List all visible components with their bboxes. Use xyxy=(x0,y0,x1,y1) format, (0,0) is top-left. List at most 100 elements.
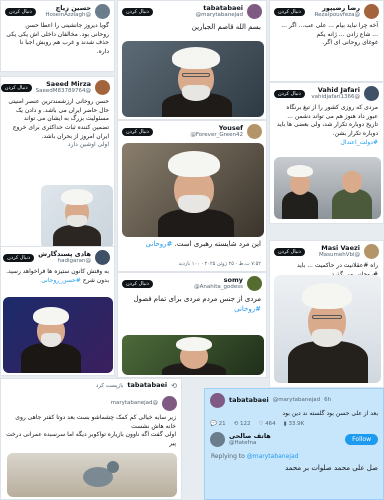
tweet-text-2: اولی گفت اگه ناوون بازیاره تواکوبر دیگه … xyxy=(6,431,176,448)
display-name[interactable]: Saeed Mirza xyxy=(36,80,91,88)
tweet-meta: ۷:۵۲ ب.ظ · ۲۵ ژوئن ۲۰۲۵ · ۱۰۰ بازدید xyxy=(178,261,261,267)
tweet-repost[interactable]: ⟲ tabatabaei بازپست کرد @marytabanejad ز… xyxy=(0,378,182,500)
reply-handle[interactable]: @Hatefna xyxy=(229,440,341,446)
hashtag-link[interactable]: #حسن_روحانی xyxy=(41,277,81,284)
follow-button[interactable]: دنبال کردن xyxy=(5,7,36,16)
tweet-yousef[interactable]: دنبال کردن Yousef @Forever_Green42 این م… xyxy=(117,120,267,272)
tweet-tabatabaei-top[interactable]: دنبال کردن tabatabaei @marytabanejad بسم… xyxy=(117,0,267,120)
tweet-stats: 💬 21 ⟲ 122 ♡ 464 ▮ 33.9K xyxy=(205,419,383,429)
display-name[interactable]: Vahid Jafari xyxy=(309,86,360,94)
tweet-reza[interactable]: رضا رضیپور @Rezalpouvfeza دنبال کردن آخه… xyxy=(269,0,384,82)
replying-to-prefix: Replying to xyxy=(211,452,245,460)
follow-button[interactable]: دنبال کردن xyxy=(3,253,35,262)
heart-icon: ♡ xyxy=(258,420,264,427)
avatar[interactable] xyxy=(364,4,379,19)
tweet-text: مردی از جنس مردم مردی برای تمام فصول xyxy=(133,295,261,303)
avatar[interactable] xyxy=(162,396,177,411)
display-name[interactable]: رضا رضیپور xyxy=(309,4,360,12)
tweet-tabatabaei-reply[interactable]: tabatabaei @marytabanejad 6h بعد از علی … xyxy=(204,388,384,500)
tweet-photo[interactable] xyxy=(7,453,177,497)
tweet-tags: #دولت_اعتدال xyxy=(270,139,383,148)
follow-button[interactable]: دنبال کردن xyxy=(122,7,153,16)
tweet-text: بعد از علی حسن بود گلسته ند دین بود xyxy=(282,410,378,417)
tweet-time: 6h xyxy=(324,397,332,404)
follow-button[interactable]: دنبال کردن xyxy=(274,247,305,256)
reply-count: 21 xyxy=(218,420,226,427)
handle[interactable]: @vahidjafari1366 xyxy=(309,94,360,100)
avatar[interactable] xyxy=(95,80,110,95)
avatar[interactable] xyxy=(210,431,225,447)
hashtag-link[interactable]: #روحانی xyxy=(146,240,173,248)
tweet-photo[interactable] xyxy=(122,41,264,117)
handle[interactable]: @marytabanejad xyxy=(273,397,320,403)
tweet-hadi[interactable]: هادی پسندگارش @hadigaran دنبال کردن به و… xyxy=(0,246,115,376)
tweet-saeed[interactable]: Saeed Mirza @SaeedM83789764 دنبال کردن ح… xyxy=(0,76,115,256)
avatar[interactable] xyxy=(95,250,110,265)
tweet-photo[interactable] xyxy=(274,275,381,383)
tweet-photo[interactable] xyxy=(122,143,264,237)
hashtag-link[interactable]: #دولت_اعتدال xyxy=(340,139,378,146)
display-name[interactable]: tabatabaei xyxy=(229,396,269,404)
display-name[interactable]: Yousef xyxy=(157,124,243,132)
reply-display-name[interactable]: هاتف صالحی xyxy=(229,432,341,440)
avatar[interactable] xyxy=(247,124,262,139)
tweet-photo[interactable] xyxy=(274,157,381,219)
tweet-subtext: بدون شرح #حسن_روحانی xyxy=(1,277,114,286)
tweet-text: بسم الله قاصم الجبارين xyxy=(191,23,261,31)
tweet-hosein[interactable]: حسین زیاچ @HoseinAzziagh دنبال کردن گویا… xyxy=(0,0,115,72)
views-action[interactable]: ▮ 33.9K xyxy=(284,421,305,427)
reply-icon: 💬 xyxy=(210,420,217,427)
tweet-masi[interactable]: Masi Vaezi @MasumehVbi دنبال کردن راه #ع… xyxy=(269,240,384,388)
prefix-label: بدون شرح xyxy=(82,276,109,284)
views-count: 33.9K xyxy=(288,420,305,427)
avatar[interactable] xyxy=(210,393,225,408)
handle[interactable]: @marytabanejad xyxy=(111,400,158,406)
handle[interactable]: @Rezalpouvfeza xyxy=(309,12,360,18)
handle[interactable]: @marytabanejad xyxy=(157,12,243,18)
retweet-icon: ⟲ xyxy=(233,420,239,427)
handle[interactable]: @Forever_Green42 xyxy=(157,132,243,138)
replying-to: Replying to @marytabanejad xyxy=(205,450,383,463)
tweet-photo[interactable] xyxy=(3,297,113,373)
tweet-text: گویا دیروز جانشینی را اعطا حسن روحانی بو… xyxy=(6,22,109,56)
display-name[interactable]: حسین زیاچ xyxy=(40,4,91,12)
views-icon: ▮ xyxy=(283,420,287,427)
avatar[interactable] xyxy=(364,86,379,101)
follow-button[interactable]: Follow xyxy=(345,433,378,445)
handle[interactable]: @MasumehVbi xyxy=(309,252,360,258)
display-name[interactable]: tabatabaei xyxy=(127,382,167,389)
tweet-somy[interactable]: دنبال کردن somy @Anahita_godess مردی از … xyxy=(117,272,267,378)
tweet-body: این مرد شایسته رهبری است. xyxy=(174,240,261,248)
avatar[interactable] xyxy=(247,4,262,19)
tweet-photo[interactable] xyxy=(41,185,113,249)
tweet-text: این مرد شایسته رهبری است. #روحانی xyxy=(118,239,266,249)
tweet-caption: اولی اوشین دارد xyxy=(67,141,109,149)
replying-to-handle[interactable]: @marytabanejad xyxy=(247,453,299,460)
display-name[interactable]: somy xyxy=(157,276,243,284)
tweet-vahid[interactable]: Vahid Jafari @vahidjafari1366 دنبال کردن… xyxy=(269,82,384,224)
display-name[interactable]: Masi Vaezi xyxy=(309,244,360,252)
reply-action[interactable]: 💬 21 xyxy=(210,421,226,427)
avatar[interactable] xyxy=(95,4,110,19)
like-action[interactable]: ♡ 464 xyxy=(258,421,275,427)
retweet-action[interactable]: ⟲ 122 xyxy=(234,421,251,427)
tweet-text: مردی که روزی کشور را از تیغ برنگاه عبور … xyxy=(276,104,378,138)
like-count: 464 xyxy=(265,420,276,427)
tweet-photo[interactable] xyxy=(122,335,264,375)
display-name[interactable]: هادی پسندگارش xyxy=(38,250,91,258)
follow-button[interactable]: دنبال کردن xyxy=(122,127,153,136)
avatar[interactable] xyxy=(364,244,379,259)
display-name[interactable]: tabatabaei xyxy=(157,4,243,12)
handle[interactable]: @HoseinAzziagh xyxy=(40,12,91,18)
handle[interactable]: @SaeedM83789764 xyxy=(36,88,91,94)
hashtag-link[interactable]: #روحانی xyxy=(234,305,261,313)
avatar[interactable] xyxy=(247,276,262,291)
repost-icon: ⟲ xyxy=(171,382,177,390)
follow-button[interactable]: دنبال کردن xyxy=(1,83,32,92)
follow-button[interactable]: دنبال کردن xyxy=(274,7,305,16)
handle[interactable]: @hadigaran xyxy=(38,258,91,264)
handle[interactable]: @Anahita_godess xyxy=(157,284,243,290)
follow-button[interactable]: دنبال کردن xyxy=(122,279,153,288)
follow-button[interactable]: دنبال کردن xyxy=(274,89,305,98)
tweet-text: زیر سایه خیالی کم کمک چشماشو بست بعد دوت… xyxy=(15,414,176,430)
